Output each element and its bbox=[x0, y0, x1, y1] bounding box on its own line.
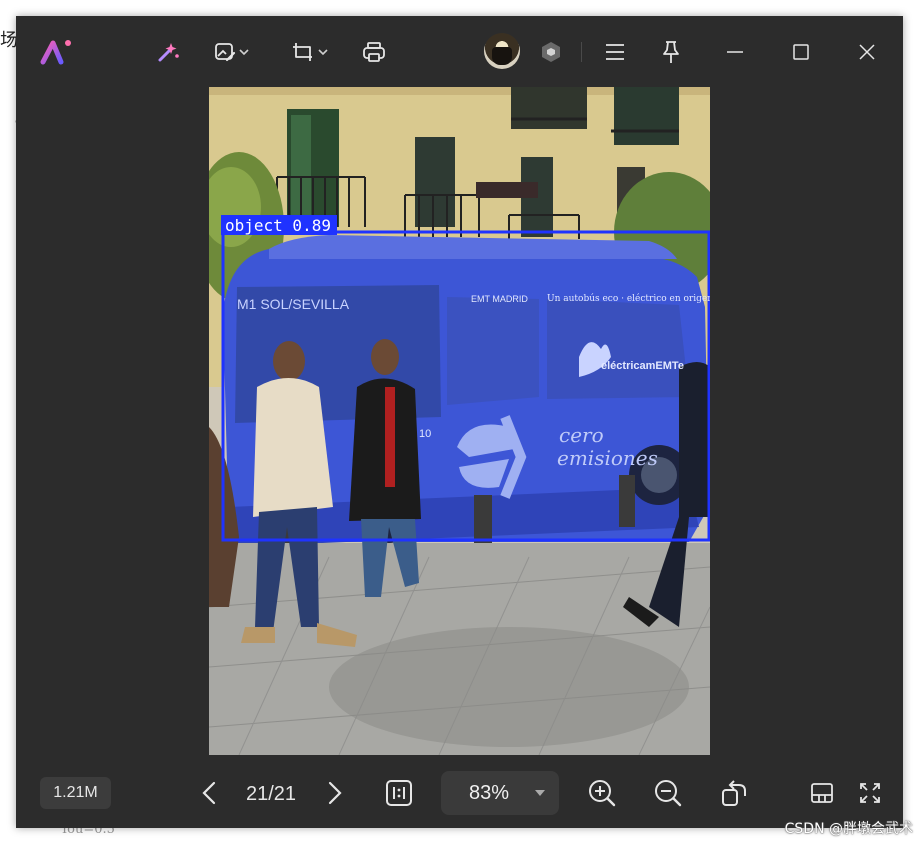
image-counter: 21/21 bbox=[245, 783, 297, 805]
next-image-button[interactable] bbox=[322, 777, 348, 809]
zoom-out-button[interactable] bbox=[651, 777, 685, 809]
fullscreen-button[interactable] bbox=[856, 777, 884, 809]
maximize-icon bbox=[793, 44, 809, 60]
maximize-button[interactable] bbox=[786, 34, 816, 70]
rotate-icon bbox=[722, 780, 746, 806]
image-edit-icon bbox=[214, 43, 235, 62]
zoom-select[interactable]: 83% bbox=[441, 771, 559, 815]
close-icon bbox=[859, 44, 875, 60]
settings-hex-icon[interactable] bbox=[536, 34, 566, 70]
zoom-out-icon bbox=[655, 780, 682, 807]
chevron-right-icon bbox=[328, 781, 342, 805]
fullscreen-icon bbox=[860, 783, 880, 803]
image-edit-dropdown[interactable] bbox=[208, 34, 254, 70]
file-size-badge: 1.21M bbox=[40, 777, 111, 809]
minimize-icon bbox=[727, 51, 743, 53]
magic-edit-icon[interactable] bbox=[154, 34, 184, 70]
menu-icon bbox=[606, 44, 624, 60]
minimize-button[interactable] bbox=[720, 34, 750, 70]
chevron-down-icon bbox=[238, 49, 249, 56]
actual-size-icon bbox=[386, 780, 412, 806]
previous-image-button[interactable] bbox=[196, 777, 222, 809]
print-icon bbox=[363, 42, 385, 62]
menu-button[interactable] bbox=[600, 34, 630, 70]
caret-down-icon bbox=[535, 790, 545, 796]
chevron-left-icon bbox=[202, 781, 216, 805]
bus-number-text: 10 bbox=[419, 428, 431, 440]
bus-tagline-text: Un autobús eco · eléctrico en origen bbox=[547, 293, 710, 304]
pin-icon bbox=[663, 41, 679, 63]
titlebar-divider bbox=[581, 42, 582, 62]
zoom-in-icon bbox=[589, 780, 616, 807]
filmstrip-icon bbox=[811, 783, 833, 803]
zoom-value: 83% bbox=[468, 782, 510, 804]
bus-operator-text: EMT MADRID bbox=[471, 294, 528, 304]
print-button[interactable] bbox=[359, 34, 389, 70]
displayed-image[interactable]: object 0.89 M1 SOL/SEVILLA cero emisione… bbox=[209, 87, 710, 755]
thumbnail-strip-button[interactable] bbox=[808, 777, 836, 809]
detection-label: object 0.89 bbox=[225, 216, 331, 235]
image-viewer-window: object 0.89 M1 SOL/SEVILLA cero emisione… bbox=[16, 16, 903, 828]
bus-route-text: M1 SOL/SEVILLA bbox=[237, 296, 350, 312]
street-photo: object 0.89 M1 SOL/SEVILLA cero emisione… bbox=[209, 87, 710, 755]
pin-button[interactable] bbox=[656, 34, 686, 70]
zoom-in-button[interactable] bbox=[585, 777, 619, 809]
watermark: CSDN @胖墩会武术 bbox=[784, 821, 913, 837]
ai-logo-icon[interactable] bbox=[36, 34, 80, 70]
actual-size-button[interactable] bbox=[382, 777, 416, 809]
close-button[interactable] bbox=[852, 34, 882, 70]
avatar[interactable] bbox=[484, 33, 520, 69]
convert-icon bbox=[292, 43, 312, 61]
convert-dropdown[interactable] bbox=[286, 34, 332, 70]
titlebar bbox=[16, 16, 903, 86]
chevron-down-icon bbox=[317, 49, 328, 56]
bus-slogan-2: emisiones bbox=[557, 446, 658, 470]
rotate-button[interactable] bbox=[716, 777, 752, 809]
bus-slogan-1: cero bbox=[559, 423, 604, 447]
bus-brand-text: eléctricamEMTe bbox=[601, 360, 684, 372]
